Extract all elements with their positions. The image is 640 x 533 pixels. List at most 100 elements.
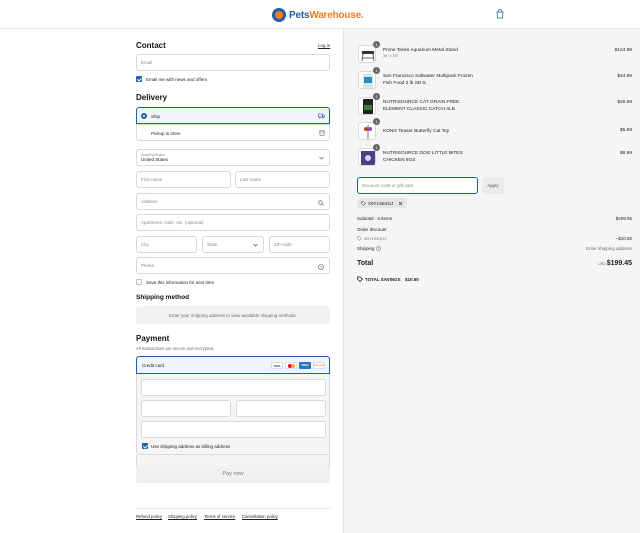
first-name-placeholder: First name bbox=[141, 177, 163, 182]
item-price: $5.99 bbox=[619, 128, 632, 133]
login-link[interactable]: Log in bbox=[318, 43, 330, 48]
news-checkbox[interactable] bbox=[136, 76, 142, 82]
ship-radio[interactable] bbox=[141, 113, 147, 119]
card-name-field[interactable] bbox=[141, 421, 326, 438]
shipping-method-heading: Shipping method bbox=[136, 294, 190, 301]
cancellation-policy-link[interactable]: Cancellation policy bbox=[242, 514, 278, 519]
truck-icon bbox=[318, 113, 325, 119]
quantity-badge: 1 bbox=[373, 118, 380, 125]
phone-field[interactable]: Phone ? bbox=[136, 257, 330, 274]
fish-food-image bbox=[363, 74, 373, 88]
item-variant: 36" x 18" bbox=[383, 54, 399, 58]
pickup-option-label: Pickup in store bbox=[151, 130, 181, 136]
cat-toy-image bbox=[364, 125, 372, 139]
first-name-field[interactable]: First name bbox=[136, 171, 231, 188]
order-discount-label: Order discount bbox=[357, 227, 387, 232]
city-field[interactable]: City bbox=[136, 236, 197, 253]
email-placeholder: Email bbox=[141, 60, 153, 65]
zip-field[interactable]: ZIP code bbox=[269, 236, 330, 253]
discover-label: DISCOVER bbox=[313, 364, 325, 367]
visa-icon: VISA bbox=[271, 362, 283, 369]
shipping-method-notice: Enter your shipping address to view avai… bbox=[136, 306, 330, 324]
shipping-value: Enter shipping address bbox=[585, 246, 632, 251]
amex-label: AMEX bbox=[301, 364, 309, 367]
search-icon bbox=[318, 199, 324, 206]
refund-policy-link[interactable]: Refund policy bbox=[136, 514, 162, 519]
shipping-policy-link[interactable]: Shipping policy bbox=[168, 514, 197, 519]
apply-label: Apply bbox=[487, 183, 499, 188]
total-value: $199.45 bbox=[606, 260, 632, 267]
last-name-field[interactable]: Last name bbox=[235, 171, 330, 188]
savings-tag-icon bbox=[357, 276, 363, 282]
quantity-badge: 1 bbox=[373, 41, 380, 48]
visa-label: VISA bbox=[273, 363, 281, 368]
order-summary: 1 Prime Tanks Aquarium Metal Stand 36" x… bbox=[343, 29, 640, 533]
subtotal-value: $209.95 bbox=[615, 216, 632, 221]
item-price: $6.99 bbox=[619, 151, 632, 156]
checkout-form: Contact Log in Email Email me with news … bbox=[0, 29, 343, 533]
email-field[interactable]: Email bbox=[136, 54, 330, 71]
discount-placeholder: Discount code or gift card bbox=[362, 183, 414, 188]
total-label: Total bbox=[357, 260, 374, 267]
card-number-field[interactable] bbox=[141, 379, 326, 396]
billing-checkbox[interactable] bbox=[142, 443, 148, 449]
applied-code: X9Y1SE4GJ bbox=[368, 200, 394, 206]
item-name: San Francisco Saltwater Multipack Frozen… bbox=[383, 74, 473, 86]
item-name: Prime Tanks Aquarium Metal Stand bbox=[383, 48, 458, 53]
help-circle-icon[interactable]: ? bbox=[318, 263, 324, 270]
apartment-placeholder: Apartment, suite, etc. (optional) bbox=[141, 220, 204, 225]
paw-logo-icon bbox=[272, 8, 286, 22]
discount-code-field[interactable]: Discount code or gift card bbox=[357, 177, 478, 194]
credit-card-label: Credit card bbox=[142, 363, 165, 368]
amex-icon: AMEX bbox=[299, 362, 311, 369]
brand-name-pets: Pets bbox=[289, 9, 310, 21]
brand-name-warehouse: Warehouse. bbox=[309, 9, 364, 21]
ship-option[interactable]: Ship bbox=[136, 107, 330, 124]
zip-placeholder: ZIP code bbox=[274, 242, 292, 247]
item-name: NUTRISOURCE CAT GRAIN FREE ELEMENT CLASS… bbox=[383, 100, 460, 112]
credit-card-option[interactable]: Credit card VISA AMEX DISCOVER bbox=[136, 356, 330, 374]
footer-divider bbox=[136, 508, 330, 509]
terms-of-service-link[interactable]: Terms of service bbox=[204, 514, 235, 519]
apartment-field[interactable]: Apartment, suite, etc. (optional) bbox=[136, 214, 330, 231]
shopping-bag-icon[interactable] bbox=[495, 9, 505, 19]
mastercard-icon bbox=[285, 362, 297, 369]
store-icon bbox=[319, 130, 325, 136]
svg-text:?: ? bbox=[320, 265, 322, 269]
card-expiry-field[interactable] bbox=[141, 400, 231, 417]
state-select[interactable]: State bbox=[202, 236, 264, 253]
save-info-label: Save this information for next time bbox=[146, 279, 215, 285]
address-placeholder: Address bbox=[141, 199, 158, 204]
brand-logo[interactable]: PetsWarehouse. bbox=[272, 7, 364, 23]
total-currency: USD bbox=[597, 262, 606, 266]
dog-treats-image bbox=[361, 151, 375, 165]
item-name: NUTRISOURCE DOG LITTLE BITES CHICKEN 6OZ bbox=[383, 151, 463, 163]
payment-heading: Payment bbox=[136, 334, 170, 343]
subtotal-label: Subtotal · 5 items bbox=[357, 216, 393, 221]
tag-icon bbox=[357, 236, 362, 241]
product-thumbnail bbox=[358, 148, 376, 166]
pay-now-button[interactable]: Pay now bbox=[136, 465, 330, 483]
payment-subtitle: All transactions are secure and encrypte… bbox=[136, 346, 215, 351]
quantity-badge: 1 bbox=[373, 144, 380, 151]
remove-code-icon[interactable] bbox=[398, 201, 403, 206]
quantity-badge: 1 bbox=[373, 93, 380, 100]
save-info-checkbox[interactable] bbox=[136, 279, 142, 285]
contact-heading: Contact bbox=[136, 41, 166, 50]
pickup-option[interactable]: Pickup in store bbox=[136, 124, 330, 141]
address-field[interactable]: Address bbox=[136, 193, 330, 210]
city-placeholder: City bbox=[141, 242, 149, 247]
discover-icon: DISCOVER bbox=[313, 362, 325, 369]
country-select[interactable]: Country/Region United States bbox=[136, 149, 330, 166]
chevron-down-icon bbox=[319, 156, 324, 160]
item-price: $26.99 bbox=[617, 100, 632, 105]
country-value: United States bbox=[141, 157, 169, 162]
order-discount-value: −$10.50 bbox=[615, 235, 632, 241]
order-discount-code: X9Y1SE4GJ bbox=[364, 235, 387, 241]
help-circle-icon[interactable]: ? bbox=[376, 246, 381, 251]
credit-card-panel: Credit card VISA AMEX DISCOVER bbox=[136, 356, 330, 455]
card-security-code-field[interactable] bbox=[236, 400, 326, 417]
shipping-label: Shipping bbox=[357, 246, 375, 251]
apply-button[interactable]: Apply bbox=[482, 177, 504, 194]
news-checkbox-label: Email me with news and offers bbox=[146, 76, 207, 82]
